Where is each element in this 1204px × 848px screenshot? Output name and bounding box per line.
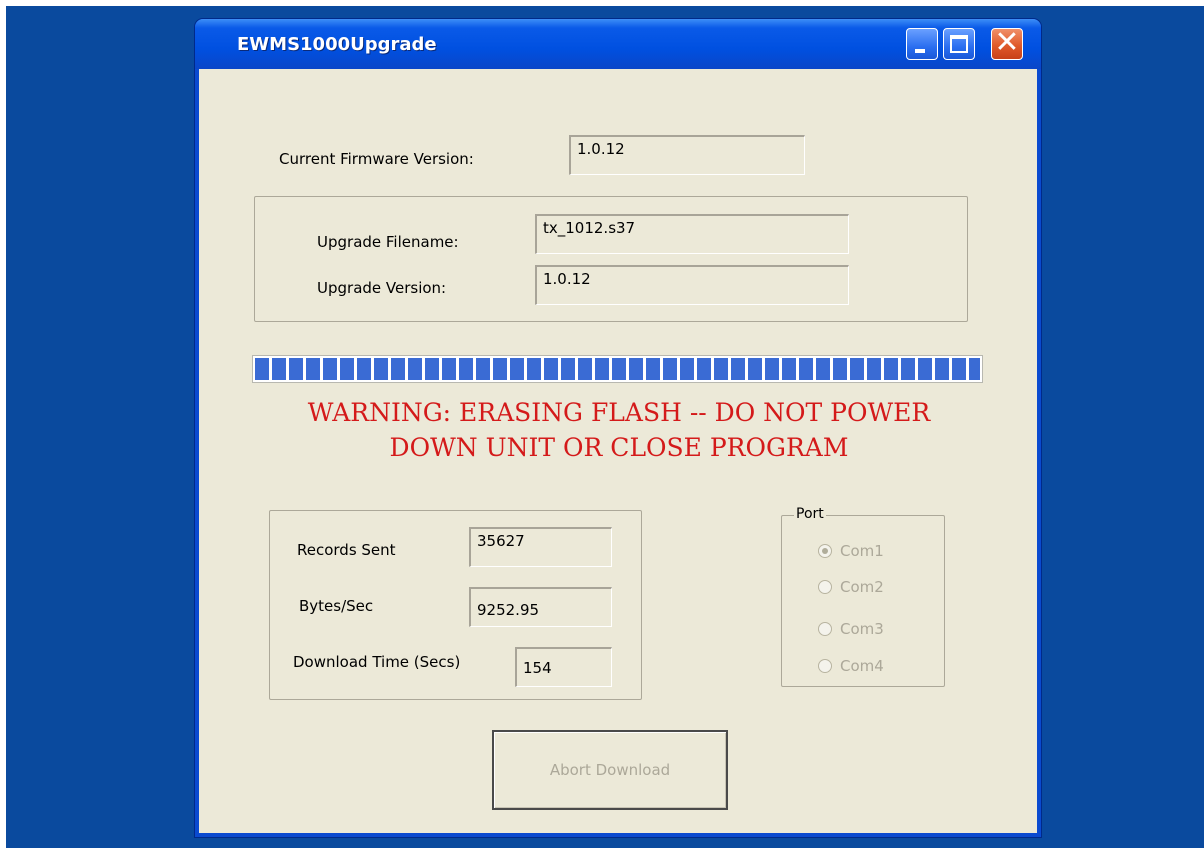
upgrade-version-field: 1.0.12 [535, 265, 849, 305]
upgrade-filename-label: Upgrade Filename: [317, 233, 459, 251]
progress-bar [252, 355, 983, 383]
download-time-label: Download Time (Secs) [293, 653, 461, 671]
warning-line-1: WARNING: ERASING FLASH -- DO NOT POWER [307, 398, 931, 427]
warning-message: WARNING: ERASING FLASH -- DO NOT POWER D… [249, 395, 989, 465]
records-sent-label: Records Sent [297, 541, 396, 559]
title-bar[interactable]: EWMS1000Upgrade ✕ [195, 19, 1041, 69]
window-title: EWMS1000Upgrade [237, 34, 437, 55]
com2-label: Com2 [840, 578, 884, 596]
current-firmware-field: 1.0.12 [569, 135, 805, 175]
port-group: Port Com1 Com2 Com3 Com4 [781, 506, 945, 687]
maximize-icon [950, 35, 968, 53]
records-sent-field: 35627 [469, 527, 612, 567]
com4-radio[interactable] [818, 659, 832, 673]
minimize-button[interactable] [906, 28, 938, 60]
com3-label: Com3 [840, 620, 884, 638]
bytes-per-sec-field: 9252.95 [469, 587, 612, 627]
maximize-button[interactable] [943, 28, 975, 60]
progress-bar-fill [255, 358, 980, 380]
minimize-icon [915, 49, 925, 53]
com3-radio[interactable] [818, 622, 832, 636]
upgrade-version-label: Upgrade Version: [317, 279, 447, 297]
com1-label: Com1 [840, 542, 884, 560]
port-legend: Port [794, 506, 826, 522]
dialog-body: Current Firmware Version: 1.0.12 Upgrade… [199, 69, 1037, 833]
download-time-field: 154 [515, 647, 612, 687]
close-button[interactable]: ✕ [991, 25, 1023, 60]
upgrade-filename-field: tx_1012.s37 [535, 214, 849, 254]
close-icon: ✕ [994, 25, 1020, 60]
abort-download-button[interactable]: Abort Download [492, 730, 728, 810]
warning-line-2: DOWN UNIT OR CLOSE PROGRAM [389, 433, 849, 462]
app-window: EWMS1000Upgrade ✕ Current Firmware Versi… [195, 19, 1041, 837]
current-firmware-label: Current Firmware Version: [279, 150, 474, 168]
com1-radio[interactable] [818, 544, 832, 558]
bytes-per-sec-label: Bytes/Sec [299, 597, 374, 615]
com2-radio[interactable] [818, 580, 832, 594]
com4-label: Com4 [840, 657, 884, 675]
